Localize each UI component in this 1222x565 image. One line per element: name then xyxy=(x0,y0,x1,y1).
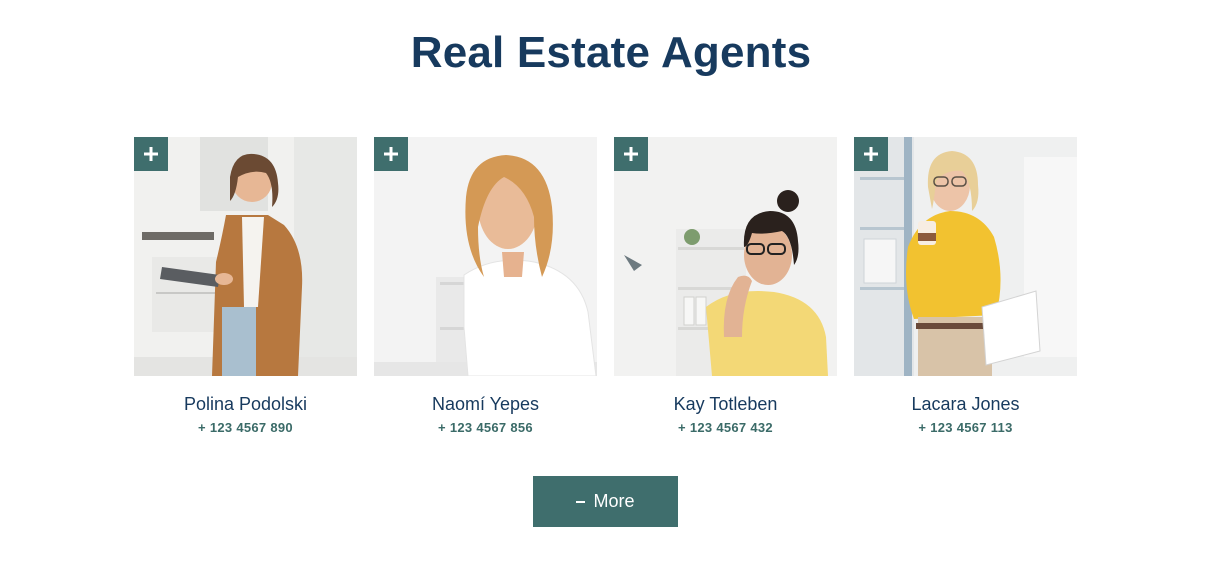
woman-with-tablet-photo xyxy=(134,137,357,376)
blonde-woman-photo xyxy=(374,137,597,376)
add-agent-button[interactable] xyxy=(374,137,408,171)
agent-phone[interactable]: + 123 4567 856 xyxy=(374,420,597,435)
agent-name[interactable]: Lacara Jones xyxy=(854,394,1077,415)
minus-icon xyxy=(576,500,586,503)
agent-photo[interactable] xyxy=(374,137,597,376)
agent-name[interactable]: Naomí Yepes xyxy=(374,394,597,415)
add-agent-button[interactable] xyxy=(854,137,888,171)
woman-in-yellow-sweater-photo xyxy=(854,137,1077,376)
plus-icon xyxy=(384,147,398,161)
agent-photo[interactable] xyxy=(134,137,357,376)
agent-card: Polina Podolski + 123 4567 890 xyxy=(134,137,357,435)
more-button-label: More xyxy=(593,491,635,511)
plus-icon xyxy=(864,147,878,161)
agent-grid: Polina Podolski + 123 4567 890 Naomí Yep… xyxy=(134,137,1077,435)
agent-phone[interactable]: + 123 4567 432 xyxy=(614,420,837,435)
agent-card: Naomí Yepes + 123 4567 856 xyxy=(374,137,597,435)
agent-name[interactable]: Polina Podolski xyxy=(134,394,357,415)
more-button[interactable]: More xyxy=(533,476,678,527)
plus-icon xyxy=(624,147,638,161)
woman-with-glasses-photo xyxy=(614,137,837,376)
plus-icon xyxy=(144,147,158,161)
agent-phone[interactable]: + 123 4567 113 xyxy=(854,420,1077,435)
agent-phone[interactable]: + 123 4567 890 xyxy=(134,420,357,435)
agent-photo[interactable] xyxy=(854,137,1077,376)
add-agent-button[interactable] xyxy=(614,137,648,171)
agent-photo[interactable] xyxy=(614,137,837,376)
agent-card: Lacara Jones + 123 4567 113 xyxy=(854,137,1077,435)
add-agent-button[interactable] xyxy=(134,137,168,171)
agent-name[interactable]: Kay Totleben xyxy=(614,394,837,415)
agent-card: Kay Totleben + 123 4567 432 xyxy=(614,137,837,435)
page-title: Real Estate Agents xyxy=(410,28,812,77)
